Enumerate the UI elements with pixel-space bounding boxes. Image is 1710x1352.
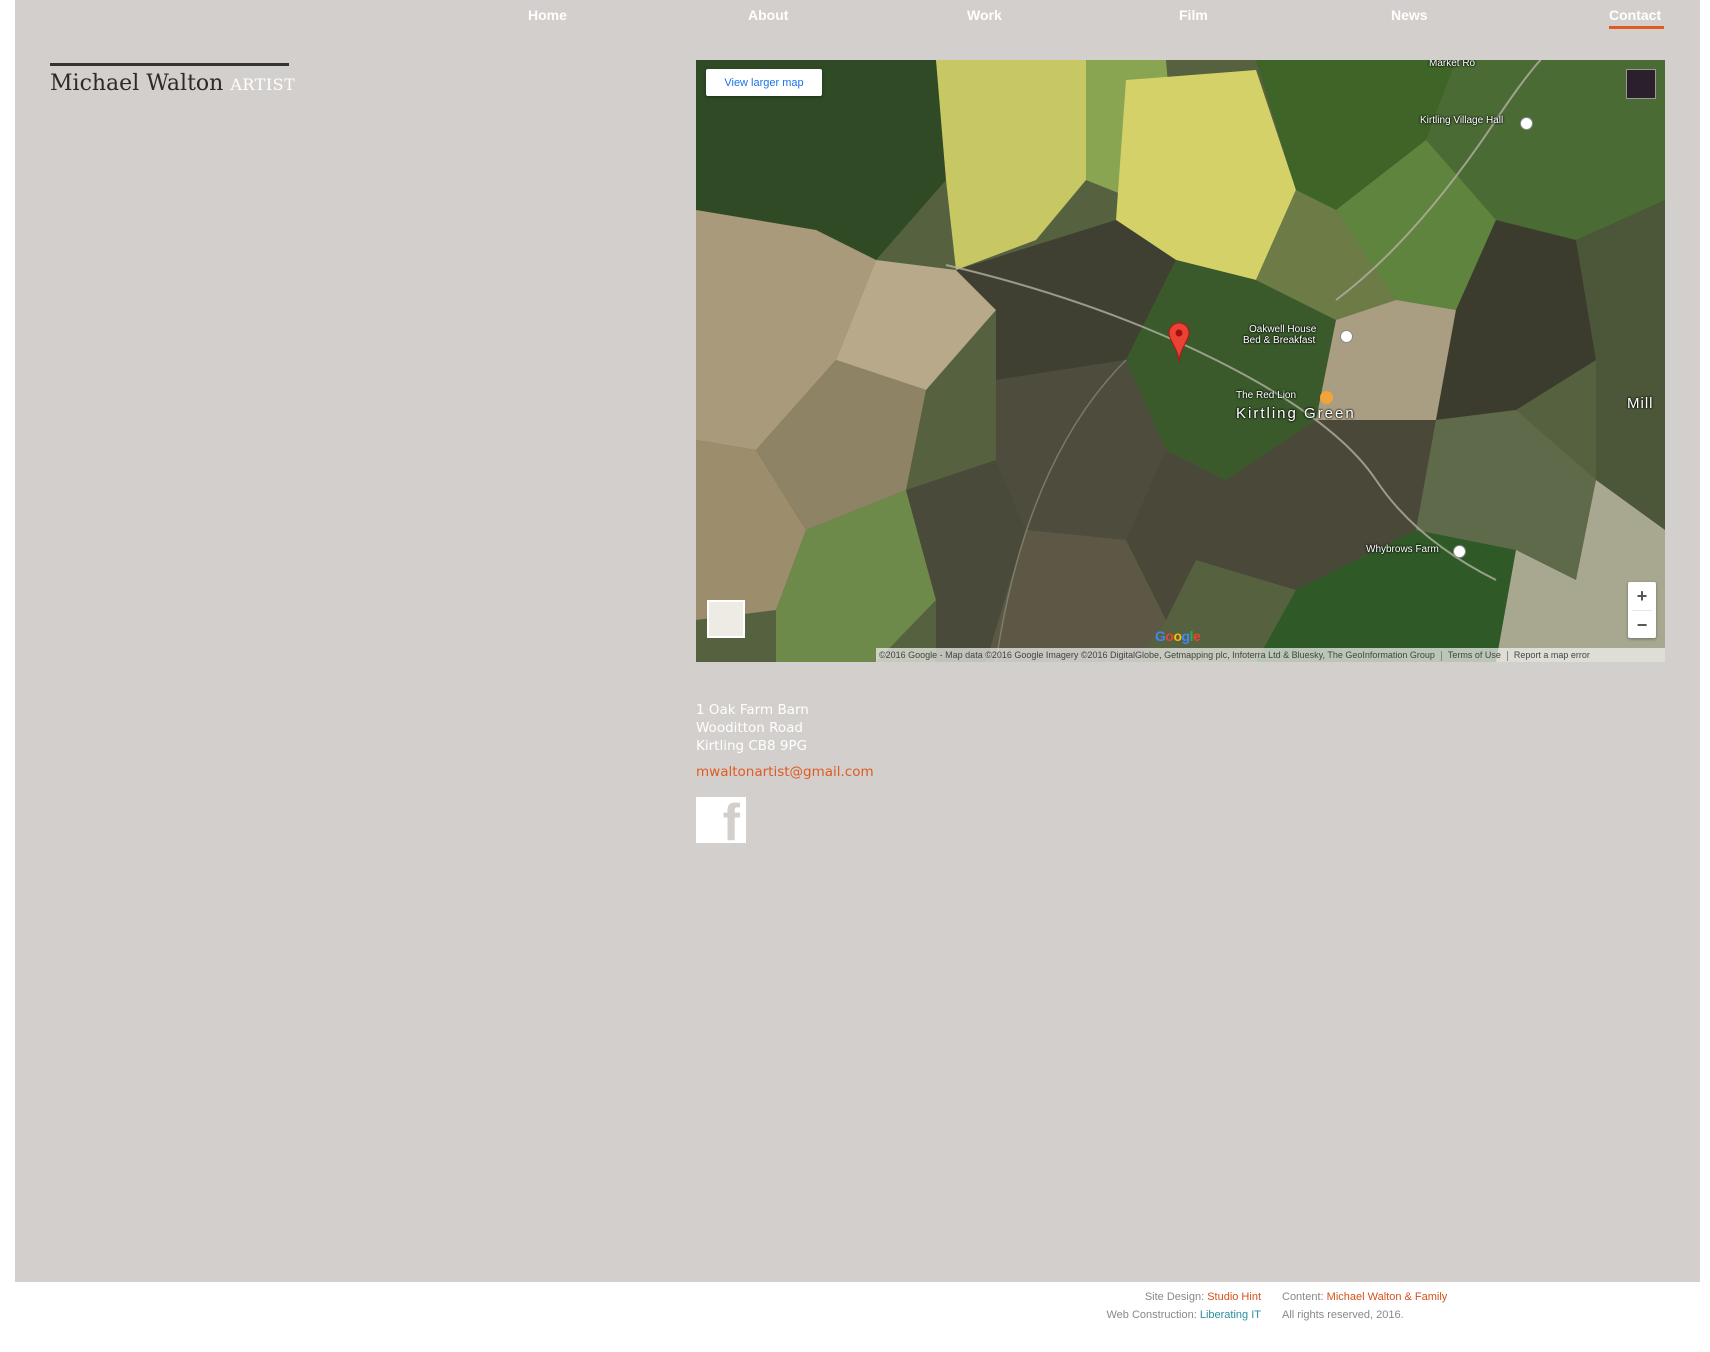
farm-icon: [1453, 545, 1466, 558]
content-credit-link[interactable]: Michael Walton & Family: [1327, 1291, 1448, 1303]
footer-credits-right: Content: Michael Walton & Family All rig…: [1282, 1288, 1447, 1324]
label-oakwell-house: Oakwell House: [1249, 324, 1317, 335]
content-label: Content:: [1282, 1291, 1324, 1303]
liberating-it-link[interactable]: Liberating IT: [1200, 1309, 1261, 1321]
facebook-glyph: f: [722, 797, 740, 843]
address-line-3: Kirtling CB8 9PG: [696, 738, 808, 754]
map-attribution: ©2016 Google - Map data ©2016 Google Ima…: [876, 648, 1665, 662]
label-whybrows-farm: Whybrows Farm: [1366, 544, 1439, 555]
nav-contact[interactable]: Contact: [1609, 7, 1661, 23]
copyright-text: All rights reserved, 2016.: [1282, 1309, 1404, 1321]
postal-address: 1 Oak Farm Barn Wooditton Road Kirtling …: [696, 701, 809, 755]
address-line-1: 1 Oak Farm Barn: [696, 702, 809, 718]
zoom-out-button[interactable]: −: [1628, 611, 1656, 639]
nav-work[interactable]: Work: [967, 7, 1002, 23]
bed-icon: [1340, 330, 1353, 343]
terms-link[interactable]: Terms of Use: [1448, 650, 1501, 660]
logo-tag: ARTIST: [230, 75, 296, 94]
nav-home[interactable]: Home: [528, 7, 567, 23]
view-larger-map-link[interactable]: View larger map: [706, 69, 822, 96]
email-link[interactable]: mwaltonartist@gmail.com: [696, 764, 874, 780]
google-logo: Google: [1155, 628, 1201, 644]
nav-active-underline: [1609, 26, 1664, 29]
zoom-control: + −: [1628, 582, 1656, 638]
site-design-label: Site Design:: [1144, 1291, 1205, 1303]
label-kirtling-green: Kirtling Green: [1236, 405, 1356, 422]
label-mill: Mill: [1627, 395, 1654, 412]
label-oakwell-bnb: Bed & Breakfast: [1243, 335, 1316, 346]
footer-credits-left: Site Design: Studio Hint Web Constructio…: [1091, 1288, 1261, 1324]
map-embed[interactable]: View larger map Kirtling Village Hall Ma…: [696, 60, 1665, 662]
zoom-in-button[interactable]: +: [1628, 582, 1656, 610]
site-logo[interactable]: Michael Walton ARTIST: [50, 63, 295, 96]
facebook-icon[interactable]: f: [696, 797, 746, 843]
main-nav: Home About Work Film News Contact: [15, 0, 1700, 40]
map-type-toggle[interactable]: [707, 600, 745, 638]
location-pin-icon[interactable]: [1168, 322, 1190, 364]
village-hall-icon: [1520, 117, 1533, 130]
web-construction-label: Web Construction:: [1106, 1309, 1197, 1321]
label-red-lion: The Red Lion: [1236, 390, 1297, 401]
page-background: Home About Work Film News Contact Michae…: [15, 0, 1700, 1282]
restaurant-icon: [1320, 391, 1333, 404]
logo-name: Michael Walton: [50, 71, 224, 96]
fullscreen-icon[interactable]: [1626, 69, 1656, 99]
attribution-text: ©2016 Google - Map data ©2016 Google Ima…: [879, 650, 1435, 660]
nav-news[interactable]: News: [1391, 7, 1428, 23]
nav-about[interactable]: About: [748, 7, 788, 23]
label-market-road: Market Ro: [1429, 60, 1476, 69]
address-line-2: Wooditton Road: [696, 720, 803, 736]
label-village-hall: Kirtling Village Hall: [1420, 115, 1504, 126]
studio-hint-link[interactable]: Studio Hint: [1207, 1291, 1261, 1303]
report-error-link[interactable]: Report a map error: [1514, 650, 1590, 660]
logo-rule: [50, 63, 289, 66]
nav-film[interactable]: Film: [1179, 7, 1208, 23]
